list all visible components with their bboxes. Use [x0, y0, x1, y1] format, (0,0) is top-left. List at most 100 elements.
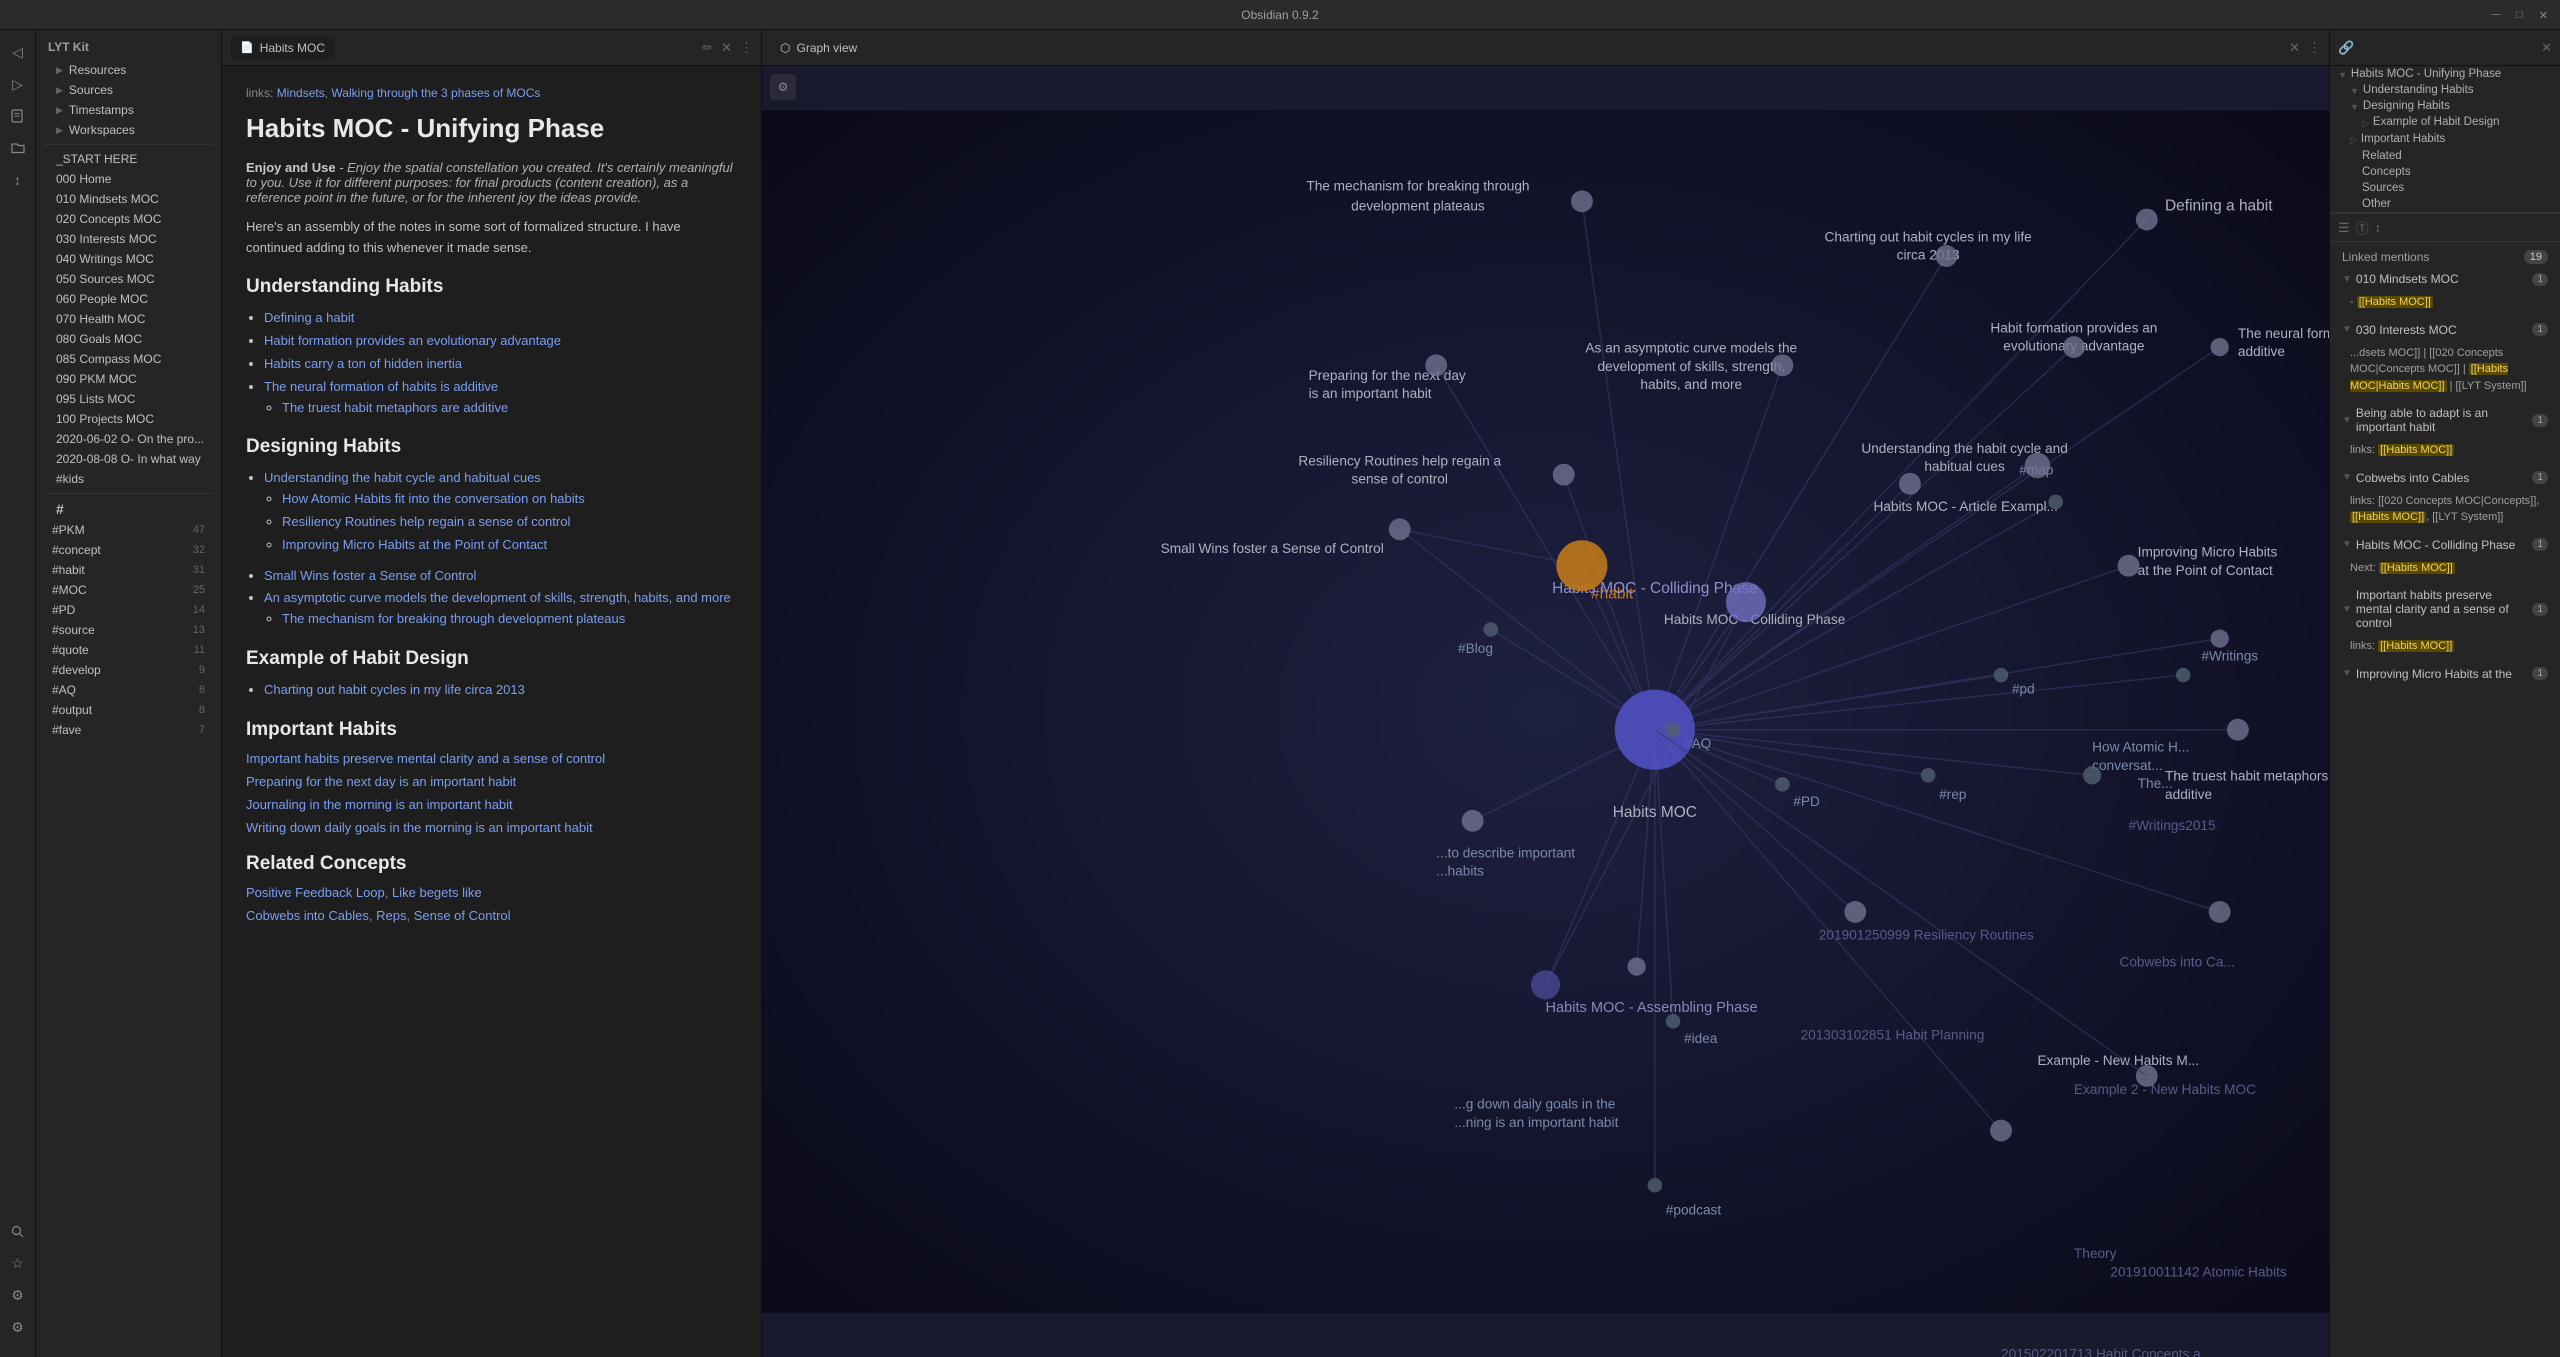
- sidebar-file-people[interactable]: 060 People MOC: [40, 289, 217, 309]
- link-important-3[interactable]: Journaling in the morning is an importan…: [246, 797, 513, 812]
- sidebar-file-writings[interactable]: 040 Writings MOC: [40, 249, 217, 269]
- sidebar-file-interests[interactable]: 030 Interests MOC: [40, 229, 217, 249]
- sidebar-tag-habit[interactable]: #habit 31: [40, 560, 217, 580]
- sidebar-item-workspaces[interactable]: ▶ Workspaces: [40, 120, 217, 140]
- outline-item-sources[interactable]: Sources: [2330, 180, 2560, 196]
- graph-settings-btn[interactable]: ⚙: [770, 74, 796, 100]
- outline-item-related[interactable]: Related: [2330, 148, 2560, 164]
- sidebar-tag-quote[interactable]: #quote 11: [40, 640, 217, 660]
- outline-item-concepts[interactable]: Concepts: [2330, 164, 2560, 180]
- link-charting[interactable]: Charting out habit cycles in my life cir…: [264, 682, 525, 697]
- window-controls[interactable]: ─ □ ✕: [2492, 0, 2548, 30]
- mention-group-header-being-able[interactable]: ▼ Being able to adapt is an important ha…: [2330, 402, 2560, 438]
- link-small-wins[interactable]: Small Wins foster a Sense of Control: [264, 568, 476, 583]
- search-btn[interactable]: [4, 1217, 32, 1245]
- graph-canvas[interactable]: ⚙: [762, 66, 2329, 1357]
- settings-btn[interactable]: ⚙: [4, 1313, 32, 1341]
- link-habit-evolution[interactable]: Habit formation provides an evolutionary…: [264, 333, 561, 348]
- more-graph-btn[interactable]: ⋮: [2308, 40, 2321, 56]
- list-view-icon[interactable]: ☰: [2338, 220, 2350, 236]
- link-truest-metaphors[interactable]: The truest habit metaphors are additive: [282, 400, 508, 415]
- mention-group-header-improving-micro[interactable]: ▼ Improving Micro Habits at the 1: [2330, 663, 2560, 685]
- link-sense-control[interactable]: Sense of Control: [414, 908, 511, 923]
- sidebar-file-compass[interactable]: 085 Compass MOC: [40, 349, 217, 369]
- link-important-1[interactable]: Important habits preserve mental clarity…: [246, 751, 605, 766]
- link-mechanism[interactable]: The mechanism for breaking through devel…: [282, 611, 625, 626]
- outline-item-example[interactable]: ▷ Example of Habit Design: [2330, 114, 2560, 131]
- link-resiliency[interactable]: Resiliency Routines help regain a sense …: [282, 514, 570, 529]
- sidebar-item-resources[interactable]: ▶ Resources: [40, 60, 217, 80]
- link-atomic-habits[interactable]: How Atomic Habits fit into the conversat…: [282, 491, 585, 506]
- outline-item-understanding[interactable]: ▼ Understanding Habits: [2330, 82, 2560, 98]
- right-panel-close-btn[interactable]: ✕: [2541, 40, 2552, 56]
- star-btn[interactable]: ☆: [4, 1249, 32, 1277]
- mention-group-header-cobwebs[interactable]: ▼ Cobwebs into Cables 1: [2330, 467, 2560, 489]
- sidebar-tag-moc[interactable]: #MOC 25: [40, 580, 217, 600]
- link-mindsets[interactable]: Mindsets: [277, 86, 325, 100]
- sidebar-file-kids[interactable]: #kids: [40, 469, 217, 489]
- sidebar-tag-develop[interactable]: #develop 9: [40, 660, 217, 680]
- sort-view-icon[interactable]: ↕: [2375, 220, 2382, 235]
- sidebar-file-home[interactable]: 000 Home: [40, 169, 217, 189]
- close-graph-btn[interactable]: ✕: [2289, 40, 2300, 56]
- sidebar-tag-concept[interactable]: #concept 32: [40, 540, 217, 560]
- sidebar-tag-fave[interactable]: #fave 7: [40, 720, 217, 740]
- sidebar-file-pkm[interactable]: 090 PKM MOC: [40, 369, 217, 389]
- back-btn[interactable]: ◁: [4, 38, 32, 66]
- sidebar-file-sources[interactable]: 050 Sources MOC: [40, 269, 217, 289]
- text-view-icon[interactable]: Ⓣ: [2356, 218, 2369, 237]
- link-asymptotic[interactable]: An asymptotic curve models the developme…: [264, 590, 731, 605]
- sidebar-file-start[interactable]: _START HERE: [40, 149, 217, 169]
- link-improving-micro[interactable]: Improving Micro Habits at the Point of C…: [282, 537, 547, 552]
- link-cobwebs[interactable]: Cobwebs into Cables: [246, 908, 369, 923]
- group-badge: 1: [2532, 273, 2548, 286]
- close-btn[interactable]: ✕: [2539, 9, 2548, 22]
- sidebar-file-goals[interactable]: 080 Goals MOC: [40, 329, 217, 349]
- close-editor-btn[interactable]: ✕: [721, 40, 732, 56]
- sidebar-item-timestamps[interactable]: ▶ Timestamps: [40, 100, 217, 120]
- outline-item-important[interactable]: ▷ Important Habits: [2330, 131, 2560, 148]
- sidebar-file-2020-0808[interactable]: 2020-08-08 O- In what way: [40, 449, 217, 469]
- link-3phases[interactable]: Walking through the 3 phases of MOCs: [331, 86, 540, 100]
- edit-icon[interactable]: ✏: [702, 40, 713, 56]
- mention-group-header-colliding[interactable]: ▼ Habits MOC - Colliding Phase 1: [2330, 534, 2560, 556]
- sidebar-tag-pkm[interactable]: #PKM 47: [40, 520, 217, 540]
- link-defining-habit[interactable]: Defining a habit: [264, 310, 354, 325]
- plugin-btn[interactable]: ⚙: [4, 1281, 32, 1309]
- open-folder-btn[interactable]: [4, 134, 32, 162]
- outline-item-habits-moc-unifying[interactable]: ▼ Habits MOC - Unifying Phase: [2330, 66, 2560, 82]
- outline-item-designing[interactable]: ▼ Designing Habits: [2330, 98, 2560, 114]
- sidebar-file-mindsets[interactable]: 010 Mindsets MOC: [40, 189, 217, 209]
- outline-item-other[interactable]: Other: [2330, 196, 2560, 212]
- link-important-2[interactable]: Preparing for the next day is an importa…: [246, 774, 516, 789]
- mention-group-header-interests[interactable]: ▼ 030 Interests MOC 1: [2330, 319, 2560, 341]
- sidebar-file-concepts[interactable]: 020 Concepts MOC: [40, 209, 217, 229]
- sidebar-file-lists[interactable]: 095 Lists MOC: [40, 389, 217, 409]
- sidebar-tag-source[interactable]: #source 13: [40, 620, 217, 640]
- more-options-icon[interactable]: ⋮: [740, 40, 753, 56]
- link-positive-feedback[interactable]: Positive Feedback Loop: [246, 885, 385, 900]
- mention-group-header-important-habits[interactable]: ▼ Important habits preserve mental clari…: [2330, 584, 2560, 634]
- tri-icon: ▼: [2350, 86, 2359, 96]
- sidebar-item-sources[interactable]: ▶ Sources: [40, 80, 217, 100]
- link-reps[interactable]: Reps: [376, 908, 406, 923]
- sidebar-tag-pd[interactable]: #PD 14: [40, 600, 217, 620]
- new-note-btn[interactable]: [4, 102, 32, 130]
- sidebar-file-projects[interactable]: 100 Projects MOC: [40, 409, 217, 429]
- link-like-begets[interactable]: Like begets like: [392, 885, 482, 900]
- link-neural-formation[interactable]: The neural formation of habits is additi…: [264, 379, 498, 394]
- sidebar-file-health[interactable]: 070 Health MOC: [40, 309, 217, 329]
- sidebar-file-2020-0602[interactable]: 2020-06-02 O- On the pro...: [40, 429, 217, 449]
- forward-btn[interactable]: ▷: [4, 70, 32, 98]
- mention-group-header-mindsets[interactable]: ▼ 010 Mindsets MOC 1: [2330, 268, 2560, 290]
- editor-tab-habits-moc[interactable]: 📄 Habits MOC: [230, 37, 335, 59]
- link-hidden-inertia[interactable]: Habits carry a ton of hidden inertia: [264, 356, 462, 371]
- minimize-btn[interactable]: ─: [2492, 9, 2500, 21]
- link-important-4[interactable]: Writing down daily goals in the morning …: [246, 820, 593, 835]
- sidebar-tag-aq[interactable]: #AQ 8: [40, 680, 217, 700]
- panel-link-icon[interactable]: 🔗: [2338, 40, 2354, 56]
- sort-btn[interactable]: ↕: [4, 166, 32, 194]
- maximize-btn[interactable]: □: [2516, 9, 2523, 21]
- link-habit-cycle[interactable]: Understanding the habit cycle and habitu…: [264, 470, 541, 485]
- sidebar-tag-output[interactable]: #output 8: [40, 700, 217, 720]
